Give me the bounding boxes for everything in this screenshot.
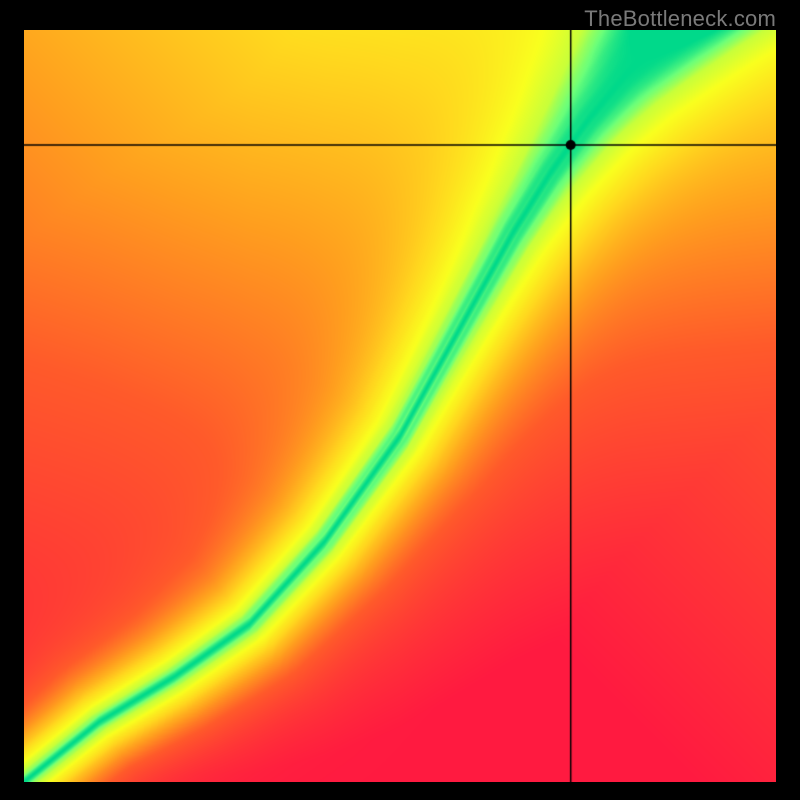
attribution-text: TheBottleneck.com bbox=[584, 6, 776, 32]
heatmap-canvas bbox=[24, 30, 776, 782]
heatmap-plot bbox=[24, 30, 776, 782]
